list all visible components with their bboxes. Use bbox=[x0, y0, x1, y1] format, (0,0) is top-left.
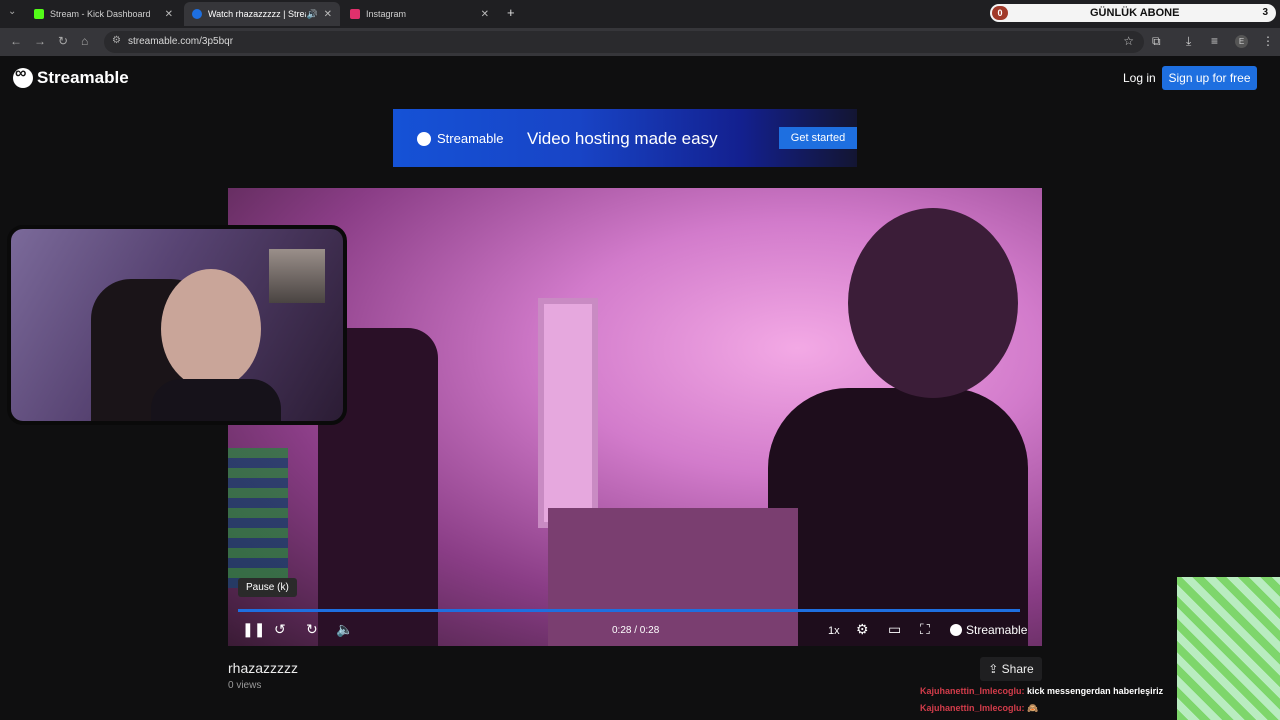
video-player[interactable]: Pause (k) ❚❚ ↺ ↻ 🔈 0:28 / 0:28 1x ⚙ ▭ ⛶ … bbox=[228, 188, 1042, 646]
home-icon[interactable]: ⌂ bbox=[81, 34, 88, 48]
ad-tagline: Video hosting made easy bbox=[527, 129, 718, 148]
close-icon[interactable]: ✕ bbox=[481, 9, 489, 20]
close-icon[interactable]: ✕ bbox=[324, 9, 332, 20]
instagram-favicon-icon bbox=[350, 9, 360, 19]
back-icon[interactable]: ← bbox=[10, 34, 22, 48]
subscriber-label: GÜNLÜK ABONE bbox=[1090, 7, 1180, 19]
streamer-body bbox=[151, 379, 281, 421]
subscriber-goal: 3 bbox=[1262, 7, 1268, 18]
share-button[interactable]: ⇪ Share bbox=[980, 657, 1042, 681]
tab-title: Instagram bbox=[366, 9, 407, 19]
seek-bar[interactable] bbox=[238, 609, 1020, 612]
daily-subscriber-overlay: 0 GÜNLÜK ABONE 3 bbox=[990, 4, 1276, 22]
reload-icon[interactable]: ↻ bbox=[58, 34, 68, 48]
volume-icon[interactable]: 🔈 bbox=[336, 621, 353, 638]
view-count: 0 views bbox=[228, 680, 262, 691]
url-text: streamable.com/3p5bqr bbox=[128, 36, 234, 47]
speaker-icon[interactable]: 🔊 bbox=[307, 9, 318, 20]
chat-overlay: Kajuhanettin_Imlecoglu: kick messengerda… bbox=[920, 686, 1163, 720]
login-link[interactable]: Log in bbox=[1123, 71, 1156, 85]
menu-icon[interactable]: ⋮ bbox=[1262, 34, 1274, 48]
get-started-button[interactable]: Get started bbox=[779, 127, 857, 149]
monitor-glow-shape bbox=[228, 448, 288, 588]
rewind-icon[interactable]: ↺ bbox=[274, 621, 286, 638]
streamer-face bbox=[161, 269, 261, 389]
close-icon[interactable]: ✕ bbox=[165, 9, 173, 20]
streamable-logo[interactable]: Streamable bbox=[13, 65, 129, 88]
chat-message: Kajuhanettin_Imlecoglu: 🙈 bbox=[920, 703, 1163, 720]
cabinet-shape bbox=[548, 508, 798, 646]
chat-username: Kajuhanettin_Imlecoglu: bbox=[920, 703, 1025, 713]
ad-brand: Streamable bbox=[417, 131, 503, 146]
subscriber-count: 0 bbox=[992, 6, 1008, 20]
person-shape bbox=[768, 388, 1028, 646]
door-shape bbox=[538, 298, 598, 528]
settings-icon[interactable]: ⚙ bbox=[856, 621, 869, 638]
streamable-logo-icon bbox=[417, 131, 431, 146]
fullscreen-icon[interactable]: ⛶ bbox=[920, 621, 930, 638]
signup-button[interactable]: Sign up for free bbox=[1162, 66, 1257, 90]
emote-icon: 🙈 bbox=[1027, 703, 1039, 713]
brand-name: Streamable bbox=[37, 68, 129, 87]
player-brand-label: Streamable bbox=[966, 623, 1028, 637]
url-field[interactable]: ⚙ streamable.com/3p5bqr ☆ bbox=[104, 31, 1144, 53]
forward-icon[interactable]: ↻ bbox=[306, 621, 318, 638]
streamable-favicon-icon bbox=[192, 9, 202, 19]
extensions-icon[interactable]: ⧉ bbox=[1152, 34, 1161, 49]
ad-brand-label: Streamable bbox=[437, 131, 504, 146]
kick-pattern-overlay bbox=[1177, 577, 1280, 720]
webcam-inset bbox=[269, 249, 325, 303]
pause-button[interactable]: ❚❚ bbox=[242, 621, 265, 638]
head-shape bbox=[848, 208, 1018, 398]
chat-username: Kajuhanettin_Imlecoglu: bbox=[920, 686, 1025, 696]
bookmark-star-icon[interactable]: ☆ bbox=[1123, 34, 1134, 48]
address-bar-row: ← → ↻ ⌂ ⚙ streamable.com/3p5bqr ☆ ⧉ ⤓ ≡ … bbox=[0, 28, 1280, 56]
profile-avatar[interactable]: E bbox=[1235, 35, 1248, 48]
tab-kick-dashboard[interactable]: Stream - Kick Dashboard ✕ bbox=[26, 2, 181, 26]
tab-title: Stream - Kick Dashboard bbox=[50, 9, 151, 19]
site-info-icon[interactable]: ⚙ bbox=[112, 35, 121, 46]
share-icon: ⇪ bbox=[988, 662, 1002, 676]
kick-favicon-icon bbox=[34, 9, 44, 19]
webcam-overlay bbox=[7, 225, 347, 425]
chat-message: Kajuhanettin_Imlecoglu: kick messengerda… bbox=[920, 686, 1163, 703]
player-brand[interactable]: Streamable bbox=[950, 623, 1027, 637]
tab-streamable[interactable]: Watch rhazazzzzz | Streama 🔊 ✕ bbox=[184, 2, 340, 26]
download-icon[interactable]: ⤓ bbox=[1186, 34, 1191, 49]
new-tab-button[interactable]: + bbox=[507, 5, 515, 20]
tab-instagram[interactable]: Instagram ✕ bbox=[342, 2, 497, 26]
tab-title: Watch rhazazzzzz | Streama bbox=[208, 9, 306, 19]
share-label: Share bbox=[1001, 662, 1034, 676]
forward-icon[interactable]: → bbox=[34, 34, 46, 48]
media-icon[interactable]: ≡ bbox=[1211, 34, 1218, 48]
video-title: rhazazzzzz bbox=[228, 660, 299, 676]
tab-list-icon[interactable]: ⌄ bbox=[8, 6, 16, 17]
playback-speed-button[interactable]: 1x bbox=[828, 625, 840, 637]
streamable-logo-icon bbox=[950, 624, 962, 636]
pause-tooltip: Pause (k) bbox=[238, 578, 297, 597]
pip-icon[interactable]: ▭ bbox=[888, 621, 901, 638]
chat-text: kick messengerdan haberleşiriz bbox=[1027, 686, 1164, 696]
time-display: 0:28 / 0:28 bbox=[612, 625, 660, 636]
ad-banner[interactable]: Streamable Video hosting made easy Get s… bbox=[393, 109, 857, 167]
streamable-logo-icon bbox=[13, 65, 33, 88]
